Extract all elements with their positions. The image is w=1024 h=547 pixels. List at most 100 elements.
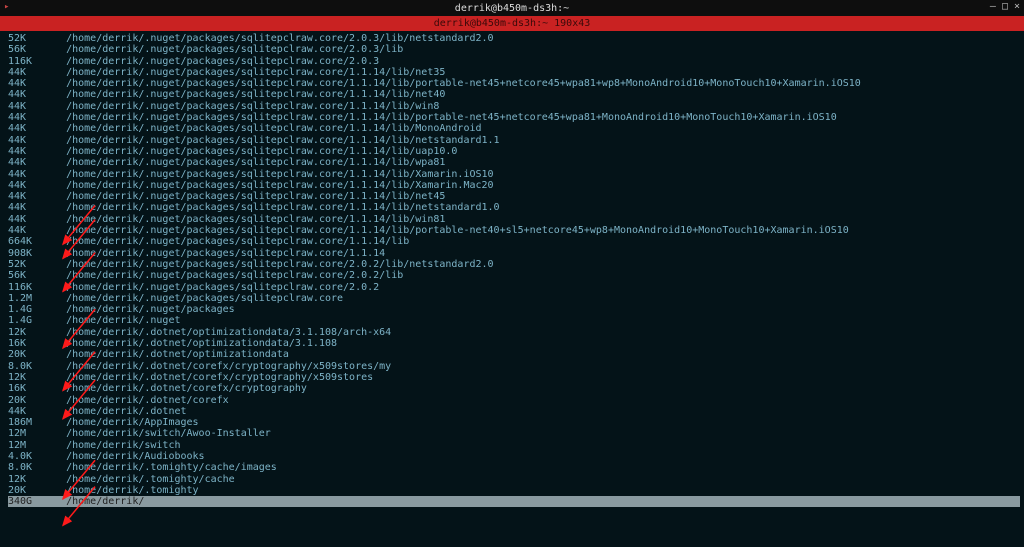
output-row: 12M /home/derrik/switch/Awoo-Installer [8,428,1020,439]
titlebar[interactable]: ▸ derrik@b450m-ds3h:~ — □ × [0,0,1024,16]
output-row: 44K /home/derrik/.nuget/packages/sqlitep… [8,169,1020,180]
app-icon: ▸ [4,2,9,12]
path-value: /home/derrik/.nuget/packages/sqlitepclra… [66,123,481,134]
output-row: 664K /home/derrik/.nuget/packages/sqlite… [8,236,1020,247]
size-value: 44K [8,67,42,78]
output-row: 1.2M /home/derrik/.nuget/packages/sqlite… [8,293,1020,304]
window-controls: — □ × [990,1,1020,12]
output-row: 20K /home/derrik/.dotnet/optimizationdat… [8,349,1020,360]
path-value: /home/derrik/Audiobooks [66,451,204,462]
window-title: derrik@b450m-ds3h:~ [455,3,569,14]
path-value: /home/derrik/.nuget/packages/sqlitepclra… [66,282,379,293]
output-row: 12K /home/derrik/.dotnet/corefx/cryptogr… [8,372,1020,383]
output-row: 12K /home/derrik/.tomighty/cache [8,474,1020,485]
size-value: 20K [8,349,42,360]
size-value: 664K [8,236,42,247]
minimize-button[interactable]: — [990,1,996,12]
path-value: /home/derrik/.dotnet/optimizationdata [66,349,289,360]
path-value: /home/derrik/.nuget/packages/sqlitepclra… [66,191,445,202]
path-value: /home/derrik/switch/Awoo-Installer [66,428,271,439]
size-value: 44K [8,78,42,89]
path-value: /home/derrik/.nuget/packages/sqlitepclra… [66,33,493,44]
path-value: /home/derrik/.tomighty/cache/images [66,462,277,473]
output-row: 12K /home/derrik/.dotnet/optimizationdat… [8,327,1020,338]
path-value: /home/derrik/.nuget/packages/sqlitepclra… [66,225,849,236]
path-value: /home/derrik/.nuget/packages/sqlitepclra… [66,293,343,304]
tab-title: derrik@b450m-ds3h:~ 190x43 [434,18,591,29]
terminal-output[interactable]: 52K /home/derrik/.nuget/packages/sqlitep… [0,31,1024,547]
size-value: 44K [8,89,42,100]
output-row: 44K /home/derrik/.nuget/packages/sqlitep… [8,135,1020,146]
output-row: 56K /home/derrik/.nuget/packages/sqlitep… [8,44,1020,55]
size-value: 1.4G [8,304,42,315]
terminal-window: ▸ derrik@b450m-ds3h:~ — □ × derrik@b450m… [0,0,1024,547]
path-value: /home/derrik/.dotnet/corefx [66,395,229,406]
output-row: 52K /home/derrik/.nuget/packages/sqlitep… [8,259,1020,270]
path-value: /home/derrik/.tomighty [66,485,198,496]
size-value: 44K [8,169,42,180]
path-value: /home/derrik/.dotnet/corefx/cryptography… [66,361,391,372]
output-row: 8.0K /home/derrik/.dotnet/corefx/cryptog… [8,361,1020,372]
output-row: 44K /home/derrik/.nuget/packages/sqlitep… [8,89,1020,100]
size-value: 44K [8,135,42,146]
path-value: /home/derrik/ [66,496,144,507]
size-value: 44K [8,101,42,112]
size-value: 340G [8,496,42,507]
output-row: 4.0K /home/derrik/Audiobooks [8,451,1020,462]
path-value: /home/derrik/switch [66,440,180,451]
path-value: /home/derrik/.nuget/packages/sqlitepclra… [66,78,861,89]
output-row: 186M /home/derrik/AppImages [8,417,1020,428]
path-value: /home/derrik/.dotnet [66,406,186,417]
output-row: 1.4G /home/derrik/.nuget/packages [8,304,1020,315]
output-row: 52K /home/derrik/.nuget/packages/sqlitep… [8,33,1020,44]
path-value: /home/derrik/.nuget/packages/sqlitepclra… [66,236,409,247]
output-row: 44K /home/derrik/.nuget/packages/sqlitep… [8,112,1020,123]
size-value: 16K [8,383,42,394]
output-row: 116K /home/derrik/.nuget/packages/sqlite… [8,56,1020,67]
path-value: /home/derrik/.nuget/packages/sqlitepclra… [66,157,445,168]
size-value: 116K [8,56,42,67]
tab-bar[interactable]: derrik@b450m-ds3h:~ 190x43 [0,16,1024,31]
close-button[interactable]: × [1014,1,1020,12]
path-value: /home/derrik/.nuget/packages/sqlitepclra… [66,259,493,270]
size-value: 44K [8,191,42,202]
path-value: /home/derrik/.nuget/packages/sqlitepclra… [66,169,493,180]
path-value: /home/derrik/.nuget/packages [66,304,235,315]
path-value: /home/derrik/.dotnet/corefx/cryptography… [66,372,373,383]
size-value: 20K [8,395,42,406]
size-value: 186M [8,417,42,428]
path-value: /home/derrik/.nuget/packages/sqlitepclra… [66,67,445,78]
size-value: 44K [8,406,42,417]
size-value: 44K [8,225,42,236]
path-value: /home/derrik/.nuget/packages/sqlitepclra… [66,101,439,112]
output-row: 44K /home/derrik/.nuget/packages/sqlitep… [8,78,1020,89]
size-value: 56K [8,44,42,55]
size-value: 8.0K [8,462,42,473]
path-value: /home/derrik/.nuget/packages/sqlitepclra… [66,248,385,259]
output-row: 44K /home/derrik/.nuget/packages/sqlitep… [8,101,1020,112]
output-row: 116K /home/derrik/.nuget/packages/sqlite… [8,282,1020,293]
size-value: 44K [8,214,42,225]
size-value: 908K [8,248,42,259]
output-row: 20K /home/derrik/.tomighty [8,485,1020,496]
size-value: 20K [8,485,42,496]
output-row: 44K /home/derrik/.nuget/packages/sqlitep… [8,67,1020,78]
output-row: 44K /home/derrik/.nuget/packages/sqlitep… [8,146,1020,157]
size-value: 44K [8,146,42,157]
output-row: 44K /home/derrik/.nuget/packages/sqlitep… [8,214,1020,225]
size-value: 12M [8,428,42,439]
size-value: 116K [8,282,42,293]
output-row: 44K /home/derrik/.nuget/packages/sqlitep… [8,191,1020,202]
size-value: 12K [8,474,42,485]
path-value: /home/derrik/.nuget [66,315,180,326]
path-value: /home/derrik/.nuget/packages/sqlitepclra… [66,202,499,213]
size-value: 16K [8,338,42,349]
maximize-button[interactable]: □ [1002,1,1008,12]
path-value: /home/derrik/.nuget/packages/sqlitepclra… [66,112,837,123]
size-value: 4.0K [8,451,42,462]
output-row: 12M /home/derrik/switch [8,440,1020,451]
size-value: 12M [8,440,42,451]
output-row: 1.4G /home/derrik/.nuget [8,315,1020,326]
size-value: 1.2M [8,293,42,304]
path-value: /home/derrik/.nuget/packages/sqlitepclra… [66,89,445,100]
